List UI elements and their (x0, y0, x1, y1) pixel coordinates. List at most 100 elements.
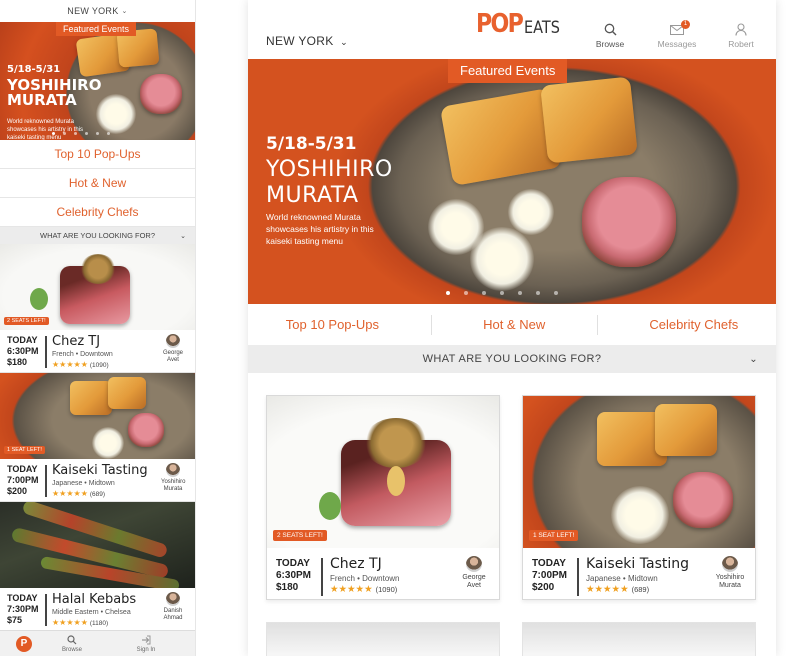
chef-name: YOSHIHIRO MURATA (7, 78, 101, 108)
event-price: $75 (7, 615, 23, 625)
link-top-10[interactable]: Top 10 Pop-Ups (0, 140, 195, 169)
link-top-10[interactable]: Top 10 Pop-Ups (286, 317, 379, 332)
chef-avatar[interactable]: George Avet (457, 556, 491, 590)
seats-left-badge: 1 SEAT LEFT! (529, 530, 579, 541)
featured-hero[interactable]: Featured Events 5/18-5/31 YOSHIHIRO MURA… (0, 22, 195, 140)
city-label: NEW YORK (266, 34, 334, 48)
event-card[interactable]: TODAY 7:30PM $75 Halal Kebabs Middle Eas… (0, 502, 195, 631)
carousel-dots[interactable] (52, 132, 110, 135)
card-image: 1 SEAT LEFT! (523, 396, 755, 548)
event-card-partial[interactable] (522, 622, 756, 656)
event-card[interactable]: 2 SEATS LEFT! TODAY 6:30PM $180 Chez TJ … (266, 395, 500, 600)
carousel-dots[interactable] (446, 291, 558, 295)
chef-last-name: Avet (467, 582, 481, 589)
chevron-down-icon: ⌄ (340, 37, 349, 47)
search-icon (604, 23, 616, 36)
featured-badge: Featured Events (56, 22, 137, 36)
divider (45, 465, 47, 497)
event-cuisine: Japanese • Midtown (52, 480, 115, 487)
quick-links: Top 10 Pop-Ups Hot & New Celebrity Chefs (248, 304, 776, 345)
event-card-partial[interactable] (266, 622, 500, 656)
chef-name: YOSHIHIRO MURATA (266, 157, 393, 209)
seats-left-badge: 2 SEATS LEFT! (273, 530, 327, 541)
link-hot-new[interactable]: Hot & New (0, 169, 195, 198)
event-price: $200 (532, 582, 555, 593)
rating-stars: ★★★★★ (1180) (52, 618, 109, 627)
tab-browse[interactable]: Browse (48, 634, 96, 653)
rating-stars: ★★★★★ (689) (52, 489, 106, 498)
event-price: $180 (276, 582, 299, 593)
rating-stars: ★★★★★ (689) (586, 584, 650, 595)
chef-avatar[interactable]: Yoshihiro Murata (161, 463, 185, 493)
event-price: $200 (7, 486, 28, 496)
divider (45, 336, 47, 368)
nav-messages-label: Messages (657, 39, 697, 49)
avatar (166, 592, 180, 606)
event-price: $180 (7, 357, 28, 367)
chef-avatar[interactable]: Yoshihiro Murata (713, 556, 747, 590)
tab-signin[interactable]: Sign In (96, 635, 195, 653)
looking-for-dropdown[interactable]: WHAT ARE YOU LOOKING FOR? ⌄ (248, 345, 776, 373)
food-image (140, 74, 182, 114)
food-image (96, 94, 136, 134)
looking-for-label: WHAT ARE YOU LOOKING FOR? (422, 353, 602, 365)
popeats-logo[interactable]: POP EATS (476, 10, 566, 38)
chef-first-name: Yoshihiro (715, 574, 745, 581)
featured-hero[interactable]: Featured Events 5/18-5/31 YOSHIHIRO MURA… (248, 59, 776, 304)
nav-user-label: Robert (728, 39, 754, 49)
review-count: (689) (89, 491, 106, 498)
city-selector[interactable]: NEW YORK ⌄ (266, 34, 348, 48)
event-day: TODAY (7, 464, 38, 474)
avatar (722, 556, 738, 572)
divider (321, 558, 323, 596)
nav-user[interactable]: Robert (724, 22, 758, 49)
review-count: (1180) (89, 620, 109, 627)
event-hour: 7:00PM (532, 570, 568, 581)
city-selector[interactable]: NEW YORK ⌄ (0, 0, 195, 22)
chef-avatar[interactable]: George Avet (161, 334, 185, 364)
event-time: TODAY 7:00PM $200 (7, 464, 39, 497)
event-card[interactable]: 2 SEATS LEFT! TODAY 6:30PM $180 Chez TJ … (0, 244, 195, 373)
nav-messages[interactable]: 1 Messages (654, 20, 700, 49)
seats-left-badge: 2 SEATS LEFT! (4, 317, 49, 325)
avatar (166, 334, 180, 348)
tab-home[interactable]: P (0, 635, 48, 652)
search-icon (67, 634, 77, 644)
link-hot-new[interactable]: Hot & New (483, 317, 545, 332)
event-description: World reknowned Murata showcases his art… (7, 119, 84, 140)
review-count: (1090) (89, 362, 109, 369)
event-dates: 5/18-5/31 (266, 134, 357, 154)
event-dates: 5/18-5/31 (7, 64, 61, 75)
chevron-down-icon: ⌄ (749, 353, 758, 365)
card-image: 1 SEAT LEFT! (0, 373, 195, 459)
chef-name-line: MURATA (266, 183, 359, 208)
chevron-down-icon: ⌄ (180, 232, 186, 240)
divider (577, 558, 579, 596)
tablet-view: NEW YORK ⌄ POP EATS Browse 1 Messages Ro… (248, 0, 776, 656)
chef-first-name: Yoshihiro (161, 479, 186, 485)
user-icon (735, 23, 747, 36)
popeats-logo-icon: P (16, 635, 32, 652)
nav-browse[interactable]: Browse (592, 22, 628, 49)
food-image (582, 177, 676, 267)
event-title: Kaiseki Tasting (52, 463, 148, 478)
divider (45, 594, 47, 626)
link-celebrity-chefs[interactable]: Celebrity Chefs (649, 317, 738, 332)
tab-signin-label: Sign In (136, 646, 156, 653)
chef-first-name: Danish (163, 608, 183, 614)
event-cuisine: Middle Eastern • Chelsea (52, 609, 131, 616)
event-card[interactable]: 1 SEAT LEFT! TODAY 7:00PM $200 Kaiseki T… (522, 395, 756, 600)
card-info: TODAY 7:00PM $200 Kaiseki Tasting Japane… (523, 548, 755, 600)
event-day: TODAY (7, 335, 38, 345)
event-card[interactable]: 1 SEAT LEFT! TODAY 7:00PM $200 Kaiseki T… (0, 373, 195, 502)
review-count: (1090) (375, 585, 398, 594)
food-image (508, 189, 554, 235)
sign-in-icon (142, 635, 151, 644)
looking-for-dropdown[interactable]: WHAT ARE YOU LOOKING FOR? ⌄ (0, 227, 195, 244)
link-celebrity-chefs[interactable]: Celebrity Chefs (0, 198, 195, 227)
chef-last-name: Ahmad (163, 615, 183, 621)
event-day: TODAY (532, 558, 566, 569)
chef-avatar[interactable]: Danish Ahmad (161, 592, 185, 622)
card-info: TODAY 6:30PM $180 Chez TJ French • Downt… (0, 330, 195, 373)
rating-stars: ★★★★★ (1090) (330, 584, 398, 595)
